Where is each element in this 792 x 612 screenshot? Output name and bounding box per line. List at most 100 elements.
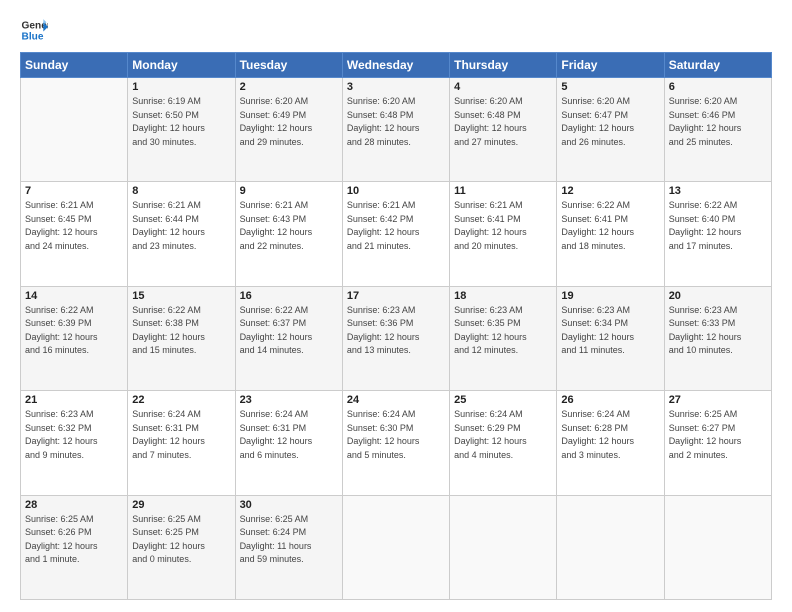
calendar-cell: 12 Sunrise: 6:22 AM Sunset: 6:41 PM Dayli…: [557, 182, 664, 286]
day-info: Sunrise: 6:24 AM Sunset: 6:30 PM Dayligh…: [347, 408, 445, 462]
calendar-cell: 17 Sunrise: 6:23 AM Sunset: 6:36 PM Dayli…: [342, 286, 449, 390]
day-number: 1: [132, 81, 230, 93]
weekday-header-monday: Monday: [128, 53, 235, 78]
day-number: 13: [669, 185, 767, 197]
weekday-header-row: SundayMondayTuesdayWednesdayThursdayFrid…: [21, 53, 772, 78]
day-number: 20: [669, 290, 767, 302]
calendar-cell: 25 Sunrise: 6:24 AM Sunset: 6:29 PM Dayli…: [450, 391, 557, 495]
day-number: 18: [454, 290, 552, 302]
day-info: Sunrise: 6:22 AM Sunset: 6:40 PM Dayligh…: [669, 199, 767, 253]
calendar-cell: 13 Sunrise: 6:22 AM Sunset: 6:40 PM Dayli…: [664, 182, 771, 286]
day-info: Sunrise: 6:23 AM Sunset: 6:34 PM Dayligh…: [561, 304, 659, 358]
calendar-cell: [21, 78, 128, 182]
calendar-cell: 22 Sunrise: 6:24 AM Sunset: 6:31 PM Dayli…: [128, 391, 235, 495]
calendar-cell: 18 Sunrise: 6:23 AM Sunset: 6:35 PM Dayli…: [450, 286, 557, 390]
weekday-header-friday: Friday: [557, 53, 664, 78]
weekday-header-sunday: Sunday: [21, 53, 128, 78]
day-info: Sunrise: 6:20 AM Sunset: 6:48 PM Dayligh…: [347, 95, 445, 149]
day-info: Sunrise: 6:20 AM Sunset: 6:48 PM Dayligh…: [454, 95, 552, 149]
day-info: Sunrise: 6:21 AM Sunset: 6:45 PM Dayligh…: [25, 199, 123, 253]
day-number: 21: [25, 394, 123, 406]
day-number: 15: [132, 290, 230, 302]
day-number: 8: [132, 185, 230, 197]
calendar-cell: 4 Sunrise: 6:20 AM Sunset: 6:48 PM Daylig…: [450, 78, 557, 182]
weekday-header-saturday: Saturday: [664, 53, 771, 78]
day-info: Sunrise: 6:24 AM Sunset: 6:31 PM Dayligh…: [132, 408, 230, 462]
calendar-cell: 10 Sunrise: 6:21 AM Sunset: 6:42 PM Dayli…: [342, 182, 449, 286]
calendar-cell: [342, 495, 449, 599]
day-info: Sunrise: 6:24 AM Sunset: 6:28 PM Dayligh…: [561, 408, 659, 462]
logo-icon: General Blue: [20, 16, 48, 44]
calendar-cell: [557, 495, 664, 599]
day-info: Sunrise: 6:22 AM Sunset: 6:41 PM Dayligh…: [561, 199, 659, 253]
calendar-cell: [664, 495, 771, 599]
calendar-row-2: 14Sunrise: 6:22 AM Sunset: 6:39 PM Dayli…: [21, 286, 772, 390]
day-number: 28: [25, 499, 123, 511]
calendar-cell: 3 Sunrise: 6:20 AM Sunset: 6:48 PM Daylig…: [342, 78, 449, 182]
day-info: Sunrise: 6:25 AM Sunset: 6:26 PM Dayligh…: [25, 513, 123, 567]
day-info: Sunrise: 6:22 AM Sunset: 6:37 PM Dayligh…: [240, 304, 338, 358]
calendar-cell: [450, 495, 557, 599]
calendar-cell: 27 Sunrise: 6:25 AM Sunset: 6:27 PM Dayli…: [664, 391, 771, 495]
day-number: 11: [454, 185, 552, 197]
calendar-row-0: 1 Sunrise: 6:19 AM Sunset: 6:50 PM Daylig…: [21, 78, 772, 182]
day-info: Sunrise: 6:23 AM Sunset: 6:35 PM Dayligh…: [454, 304, 552, 358]
day-number: 10: [347, 185, 445, 197]
day-number: 4: [454, 81, 552, 93]
calendar-cell: 30Sunrise: 6:25 AM Sunset: 6:24 PM Dayli…: [235, 495, 342, 599]
day-number: 6: [669, 81, 767, 93]
calendar-cell: 8Sunrise: 6:21 AM Sunset: 6:44 PM Daylig…: [128, 182, 235, 286]
day-number: 22: [132, 394, 230, 406]
day-number: 27: [669, 394, 767, 406]
day-info: Sunrise: 6:20 AM Sunset: 6:49 PM Dayligh…: [240, 95, 338, 149]
day-info: Sunrise: 6:20 AM Sunset: 6:46 PM Dayligh…: [669, 95, 767, 149]
day-number: 23: [240, 394, 338, 406]
calendar-cell: 23 Sunrise: 6:24 AM Sunset: 6:31 PM Dayli…: [235, 391, 342, 495]
calendar-cell: 15 Sunrise: 6:22 AM Sunset: 6:38 PM Dayli…: [128, 286, 235, 390]
day-number: 17: [347, 290, 445, 302]
day-number: 26: [561, 394, 659, 406]
day-info: Sunrise: 6:23 AM Sunset: 6:32 PM Dayligh…: [25, 408, 123, 462]
day-info: Sunrise: 6:19 AM Sunset: 6:50 PM Dayligh…: [132, 95, 230, 149]
day-number: 19: [561, 290, 659, 302]
day-number: 14: [25, 290, 123, 302]
calendar-cell: 1 Sunrise: 6:19 AM Sunset: 6:50 PM Daylig…: [128, 78, 235, 182]
calendar-cell: 21 Sunrise: 6:23 AM Sunset: 6:32 PM Dayli…: [21, 391, 128, 495]
day-info: Sunrise: 6:21 AM Sunset: 6:43 PM Dayligh…: [240, 199, 338, 253]
day-info: Sunrise: 6:22 AM Sunset: 6:38 PM Dayligh…: [132, 304, 230, 358]
day-number: 29: [132, 499, 230, 511]
day-info: Sunrise: 6:25 AM Sunset: 6:25 PM Dayligh…: [132, 513, 230, 567]
calendar-cell: 26 Sunrise: 6:24 AM Sunset: 6:28 PM Dayli…: [557, 391, 664, 495]
day-info: Sunrise: 6:25 AM Sunset: 6:27 PM Dayligh…: [669, 408, 767, 462]
logo: General Blue: [20, 16, 48, 44]
weekday-header-tuesday: Tuesday: [235, 53, 342, 78]
day-number: 3: [347, 81, 445, 93]
calendar-cell: 20 Sunrise: 6:23 AM Sunset: 6:33 PM Dayli…: [664, 286, 771, 390]
day-number: 30: [240, 499, 338, 511]
day-info: Sunrise: 6:23 AM Sunset: 6:36 PM Dayligh…: [347, 304, 445, 358]
calendar-cell: 5Sunrise: 6:20 AM Sunset: 6:47 PM Daylig…: [557, 78, 664, 182]
calendar-cell: 28 Sunrise: 6:25 AM Sunset: 6:26 PM Dayli…: [21, 495, 128, 599]
day-number: 25: [454, 394, 552, 406]
day-number: 7: [25, 185, 123, 197]
page: General Blue SundayMondayTuesdayWednesda…: [0, 0, 792, 612]
day-info: Sunrise: 6:24 AM Sunset: 6:29 PM Dayligh…: [454, 408, 552, 462]
day-number: 16: [240, 290, 338, 302]
day-number: 5: [561, 81, 659, 93]
day-number: 12: [561, 185, 659, 197]
calendar-row-3: 21 Sunrise: 6:23 AM Sunset: 6:32 PM Dayli…: [21, 391, 772, 495]
day-info: Sunrise: 6:23 AM Sunset: 6:33 PM Dayligh…: [669, 304, 767, 358]
day-number: 24: [347, 394, 445, 406]
calendar-cell: 14Sunrise: 6:22 AM Sunset: 6:39 PM Dayli…: [21, 286, 128, 390]
calendar-row-4: 28 Sunrise: 6:25 AM Sunset: 6:26 PM Dayli…: [21, 495, 772, 599]
day-number: 9: [240, 185, 338, 197]
calendar-table: SundayMondayTuesdayWednesdayThursdayFrid…: [20, 52, 772, 600]
day-info: Sunrise: 6:21 AM Sunset: 6:42 PM Dayligh…: [347, 199, 445, 253]
calendar-cell: 16 Sunrise: 6:22 AM Sunset: 6:37 PM Dayli…: [235, 286, 342, 390]
calendar-cell: 6 Sunrise: 6:20 AM Sunset: 6:46 PM Daylig…: [664, 78, 771, 182]
header: General Blue: [20, 16, 772, 44]
day-info: Sunrise: 6:24 AM Sunset: 6:31 PM Dayligh…: [240, 408, 338, 462]
calendar-row-1: 7 Sunrise: 6:21 AM Sunset: 6:45 PM Daylig…: [21, 182, 772, 286]
day-info: Sunrise: 6:21 AM Sunset: 6:41 PM Dayligh…: [454, 199, 552, 253]
calendar-cell: 19 Sunrise: 6:23 AM Sunset: 6:34 PM Dayli…: [557, 286, 664, 390]
